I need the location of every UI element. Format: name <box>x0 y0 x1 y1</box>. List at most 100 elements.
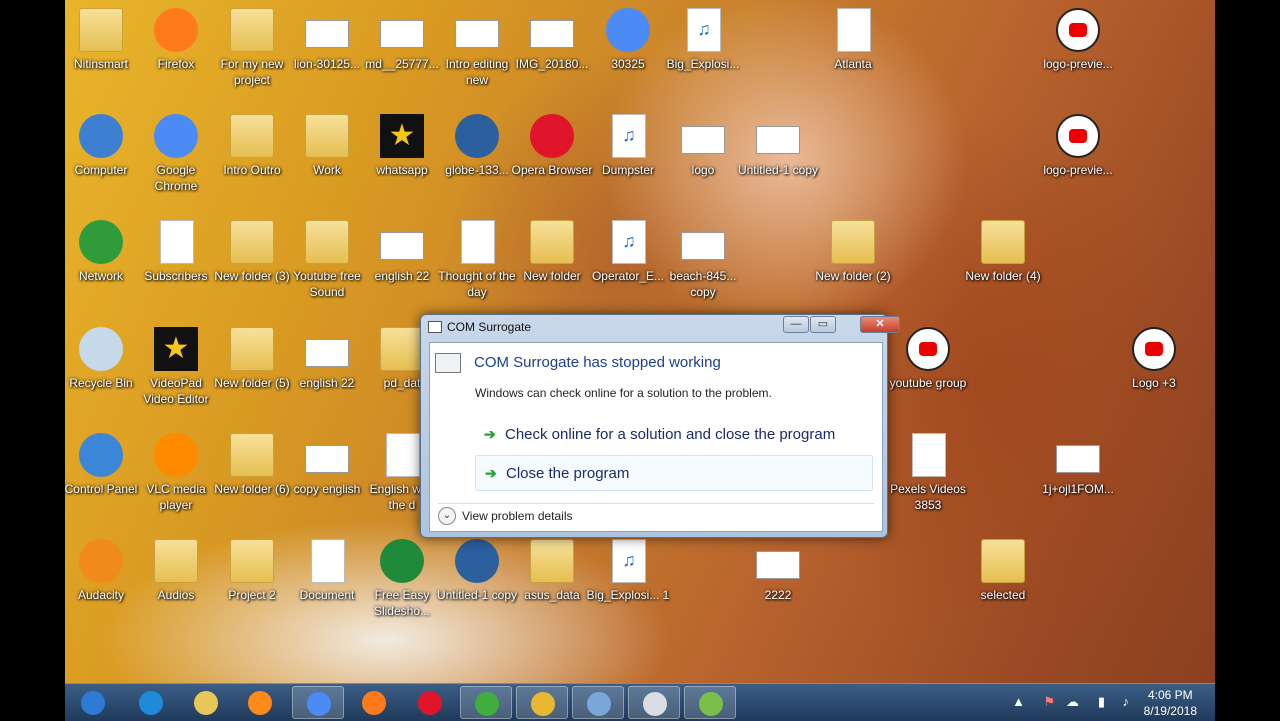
desktop-icon[interactable]: english 22 <box>364 212 440 318</box>
desktop-icon[interactable]: Untitled-1 copy <box>437 531 517 637</box>
desktop-icon[interactable]: ♫ Big_Explosi... <box>665 0 741 106</box>
desktop-icon[interactable]: youtube group <box>890 319 966 425</box>
taskbar-button[interactable] <box>460 686 512 719</box>
desktop-icon[interactable]: lion-30125... <box>289 0 365 106</box>
clock[interactable]: 4:06 PM 8/19/2018 <box>1144 687 1197 719</box>
desktop-icon[interactable]: Control Panel <box>65 425 139 531</box>
action-center-flag-icon[interactable]: ⚑ <box>1043 694 1055 710</box>
desktop-icon[interactable]: logo-previe... <box>1040 106 1116 212</box>
chevron-down-icon[interactable]: ⌄ <box>438 507 456 525</box>
desktop-icon[interactable]: New folder (5) <box>214 319 290 425</box>
desktop-icon[interactable]: Youtube free Sound <box>289 212 365 318</box>
desktop-icon[interactable]: Atlanta <box>815 0 891 106</box>
desktop-icon-label: Logo +3 <box>1132 376 1176 390</box>
desktop-icon[interactable]: New folder (3) <box>214 212 290 318</box>
desktop-icon[interactable]: IMG_20180... <box>514 0 590 106</box>
desktop-icon[interactable]: ♫ Operator_E... <box>590 212 666 318</box>
desktop-icon[interactable]: logo <box>665 106 741 212</box>
desktop-icon[interactable]: For my new project <box>214 0 290 106</box>
folder-icon <box>305 114 349 158</box>
desktop-icon[interactable]: New folder (4) <box>965 212 1041 318</box>
desktop-icon[interactable]: beach-845... copy <box>665 212 741 318</box>
desktop-icon[interactable]: Firefox <box>138 0 214 106</box>
desktop-icon-label: Project 2 <box>228 588 276 602</box>
taskbar-button[interactable] <box>180 686 232 719</box>
desktop-icon[interactable]: Computer <box>65 106 139 212</box>
taskbar-button[interactable] <box>404 686 456 719</box>
image-thumbnail-icon <box>681 232 725 260</box>
tray-show-hidden-icon[interactable]: ▲ <box>1012 694 1025 709</box>
desktop-icon[interactable]: ♫ Big_Explosi... 1 <box>587 531 669 637</box>
view-problem-details-link[interactable]: View problem details <box>462 509 573 523</box>
check-online-option[interactable]: ➔ Check online for a solution and close … <box>475 417 873 453</box>
desktop-icon[interactable]: md__25777... <box>364 0 440 106</box>
desktop-icon[interactable]: 30325 <box>590 0 666 106</box>
desktop-icon-label: english 22 <box>299 376 355 390</box>
desktop-icon[interactable]: asus_data <box>514 531 590 637</box>
desktop-icon[interactable]: Logo +3 <box>1116 319 1192 425</box>
taskbar-button[interactable] <box>234 686 286 719</box>
desktop-icon[interactable]: Recycle Bin <box>65 319 139 425</box>
desktop-icon[interactable]: Project 2 <box>214 531 290 637</box>
taskbar-button[interactable] <box>348 686 400 719</box>
volume-icon[interactable]: ♪ <box>1123 694 1130 709</box>
desktop-icon[interactable]: Thought of the day <box>438 212 516 318</box>
desktop-icon[interactable]: logo-previe... <box>1040 0 1116 106</box>
desktop-icon[interactable]: New folder <box>514 212 590 318</box>
desktop-icon[interactable]: Subscribers <box>138 212 214 318</box>
desktop-icon[interactable]: english 22 <box>289 319 365 425</box>
desktop-icon[interactable]: ★ whatsapp <box>364 106 440 212</box>
desktop-icon[interactable]: Work <box>289 106 365 212</box>
document-icon <box>311 539 345 583</box>
desktop-icon[interactable]: copy english <box>289 425 365 531</box>
desktop-icon[interactable]: Nitinsmart <box>65 0 139 106</box>
desktop-icon[interactable]: Document <box>289 531 365 637</box>
desktop-icon[interactable]: VLC media player <box>138 425 214 531</box>
desktop-icon[interactable]: 2222 <box>740 531 816 637</box>
desktop-icon-label: english 22 <box>374 269 430 283</box>
desktop-icon[interactable]: Pexels Videos 3853 <box>890 425 966 531</box>
desktop-icon-label: asus_data <box>524 588 580 602</box>
desktop-icon[interactable]: Opera Browser <box>512 106 592 212</box>
desktop-icon[interactable]: globe-133... <box>439 106 515 212</box>
desktop-icon-label: copy english <box>293 482 361 496</box>
folder-icon <box>380 327 424 371</box>
desktop-icon[interactable]: selected <box>965 531 1041 637</box>
desktop-icon-label: globe-133... <box>445 163 509 177</box>
taskbar-button[interactable] <box>67 686 119 719</box>
desktop-icon[interactable]: Untitled-1 copy <box>738 106 818 212</box>
desktop-icon[interactable]: Intro editing new <box>439 0 515 106</box>
taskbar-button[interactable] <box>572 686 624 719</box>
desktop-icon[interactable]: New folder (6) <box>214 425 290 531</box>
document-icon <box>461 220 495 264</box>
globe-icon <box>455 539 499 583</box>
desktop-icon[interactable]: ★ VideoPad Video Editor <box>138 319 214 425</box>
desktop-icon[interactable]: Audacity <box>65 531 139 637</box>
desktop-icon[interactable]: Intro Outro <box>214 106 290 212</box>
desktop-icon[interactable]: ♫ Dumpster <box>590 106 666 212</box>
desktop-icon[interactable]: 1j+ojl1FOM... <box>1040 425 1116 531</box>
desktop-icon[interactable]: Network <box>65 212 139 318</box>
taskbar-button[interactable] <box>292 686 344 719</box>
network-signal-icon[interactable]: ▮ <box>1098 694 1105 710</box>
desktop-icon[interactable]: New folder (2) <box>815 212 891 318</box>
video-file-icon <box>912 433 946 477</box>
close-button[interactable]: ✕ <box>860 316 900 333</box>
taskbar-button[interactable] <box>684 686 736 719</box>
dialog-title: COM Surrogate <box>447 320 532 334</box>
desktop-icon-label: Opera Browser <box>511 163 593 177</box>
taskbar-button[interactable] <box>516 686 568 719</box>
taskbar-button[interactable] <box>125 686 177 719</box>
cloud-icon[interactable]: ☁ <box>1066 694 1079 710</box>
minimize-button[interactable]: — <box>783 316 809 333</box>
computer-icon <box>79 114 123 158</box>
desktop-icon[interactable]: Google Chrome <box>138 106 214 212</box>
desktop-icon-label: Firefox <box>157 57 195 71</box>
desktop-icon[interactable]: Free Easy Slidesho... <box>364 531 440 637</box>
desktop-icon[interactable]: Audios <box>138 531 214 637</box>
desktop-icon-label: Dumpster <box>601 163 654 177</box>
close-program-option[interactable]: ➔ Close the program <box>475 455 873 491</box>
taskbar-button[interactable] <box>628 686 680 719</box>
folder-icon <box>154 539 198 583</box>
maximize-button[interactable]: ▭ <box>810 316 836 333</box>
